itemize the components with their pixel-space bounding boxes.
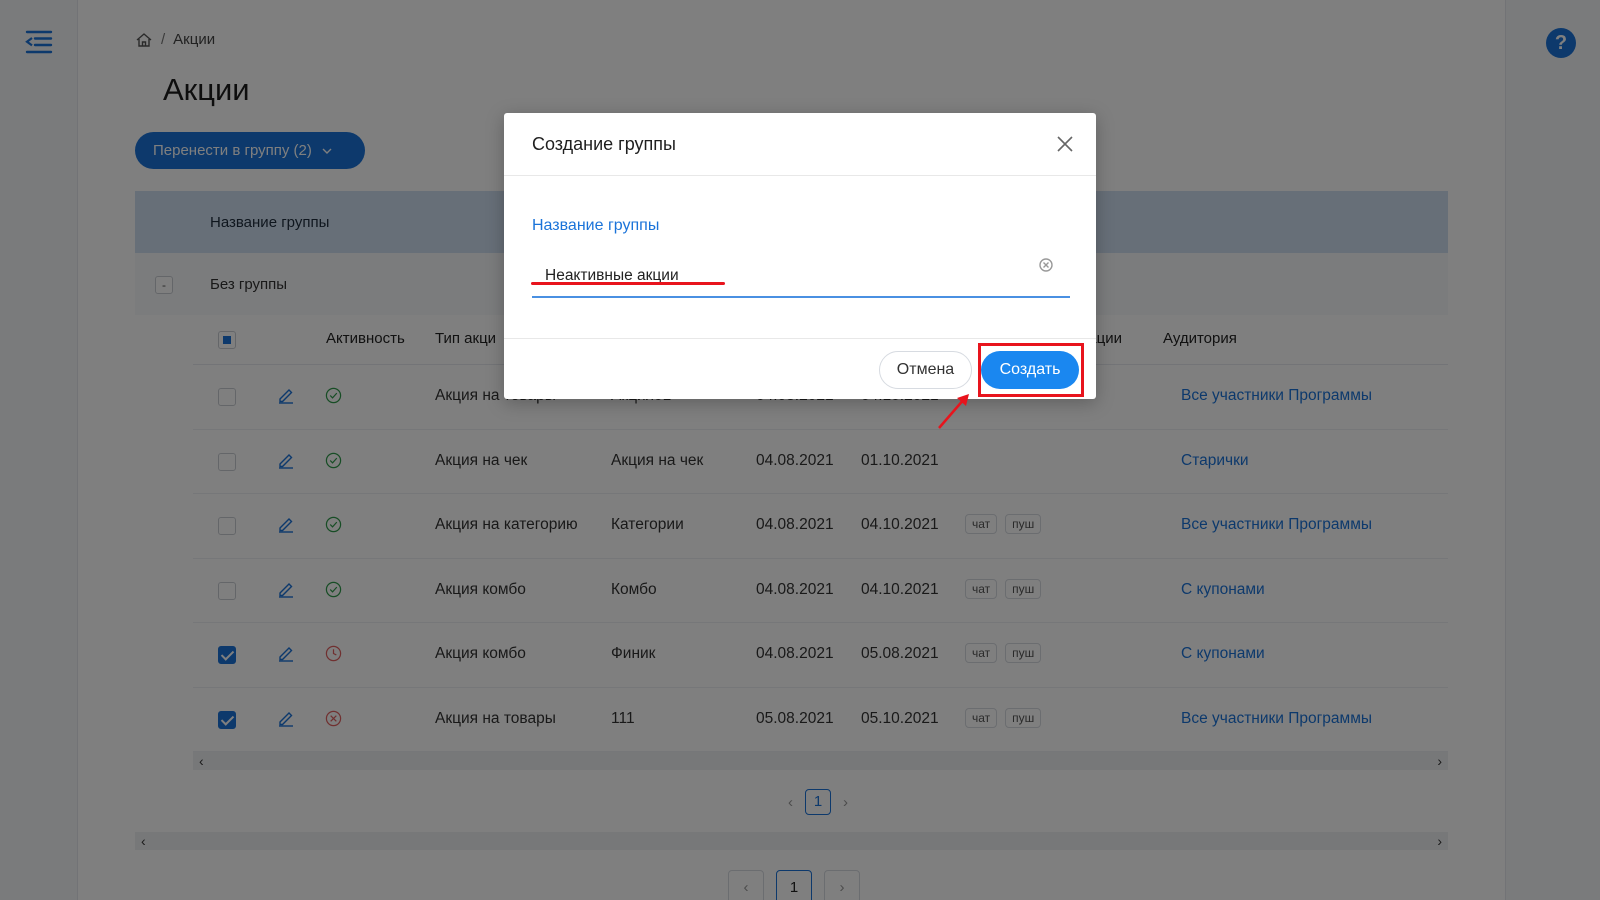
cancel-button[interactable]: Отмена xyxy=(879,351,972,389)
group-name-label: Название группы xyxy=(532,217,660,234)
close-icon[interactable] xyxy=(1056,135,1074,153)
annotation-arrow-icon xyxy=(938,394,969,429)
group-name-input[interactable] xyxy=(532,252,1070,298)
dialog-header: Создание группы xyxy=(504,113,1096,176)
annotation-highlight-box xyxy=(978,343,1084,397)
dialog-title: Создание группы xyxy=(532,133,676,154)
annotation-underline xyxy=(531,282,725,285)
clear-input-icon[interactable] xyxy=(1039,258,1053,272)
